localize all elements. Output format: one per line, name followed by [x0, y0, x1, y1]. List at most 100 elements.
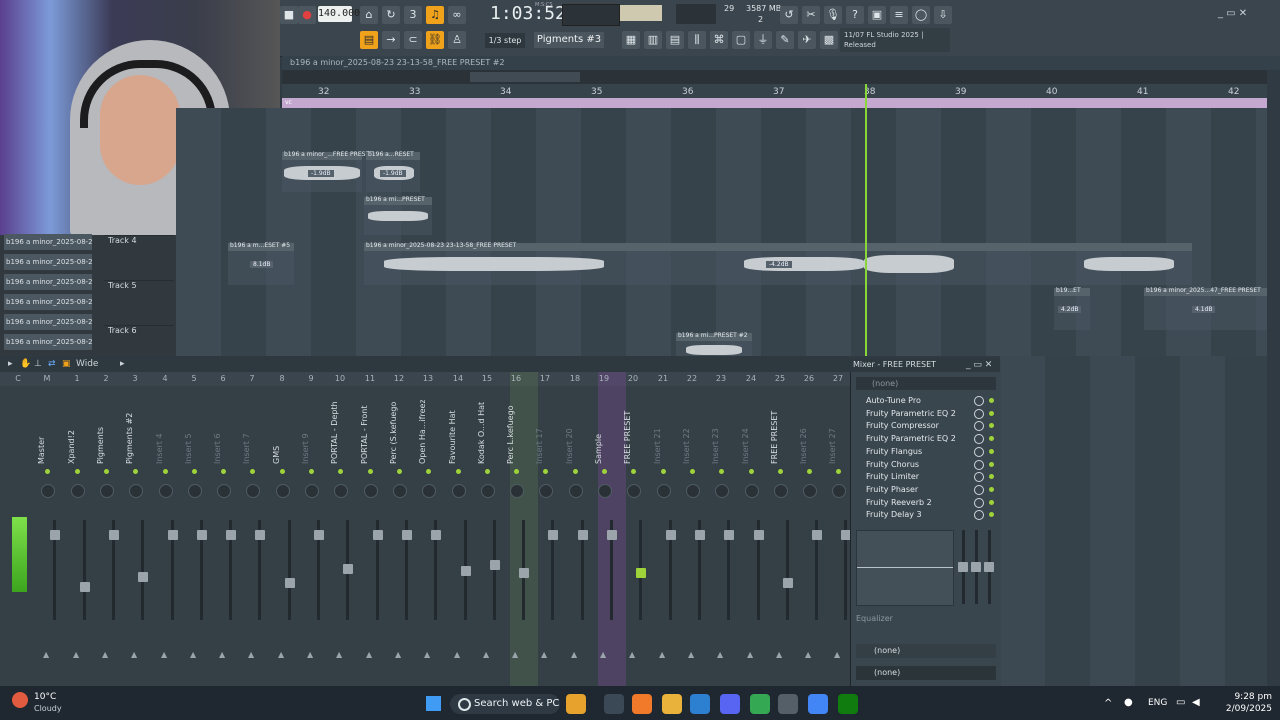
- piano-roll-icon[interactable]: ▤: [666, 31, 684, 49]
- pan-knob[interactable]: [100, 484, 114, 498]
- mute-led-icon[interactable]: [280, 469, 285, 474]
- playlist-icon[interactable]: ▦: [622, 31, 640, 49]
- track-header-5[interactable]: Track 5: [104, 280, 174, 324]
- volume-fader-handle[interactable]: [490, 560, 500, 570]
- volume-fader-handle[interactable]: [314, 530, 324, 540]
- effect-slot[interactable]: Fruity Chorus: [856, 459, 996, 471]
- metronome-icon[interactable]: ⌂: [360, 6, 378, 24]
- effect-slot[interactable]: Fruity Parametric EQ 2: [856, 433, 996, 445]
- volume-fader-handle[interactable]: [754, 530, 764, 540]
- snap-select[interactable]: 1/3 step: [485, 33, 525, 48]
- volume-fader-handle[interactable]: [607, 530, 617, 540]
- clip-source-item[interactable]: b196 a minor_2025-08-2...: [4, 334, 92, 350]
- pan-knob[interactable]: [510, 484, 524, 498]
- mix-level-icon[interactable]: [974, 459, 984, 470]
- volume-fader-handle[interactable]: [519, 568, 529, 578]
- channel-rack-icon[interactable]: ▥: [644, 31, 662, 49]
- edge-browser-icon[interactable]: [690, 694, 710, 714]
- track-header-4[interactable]: Track 4: [104, 235, 174, 279]
- mixer-view-icon[interactable]: ⫼: [688, 31, 706, 49]
- mixer-strip-name[interactable]: Insert 26: [799, 400, 827, 464]
- volume-fader-track[interactable]: [141, 520, 144, 620]
- mix-level-icon[interactable]: [974, 484, 984, 495]
- taskbar-app-icon[interactable]: [566, 694, 586, 714]
- clip-source-item[interactable]: b196 a minor_2025-08-2...: [4, 274, 92, 290]
- route-arrow-icon[interactable]: ▲: [541, 650, 547, 659]
- pan-knob[interactable]: [276, 484, 290, 498]
- pan-knob[interactable]: [774, 484, 788, 498]
- mute-led-icon[interactable]: [75, 469, 80, 474]
- volume-fader-handle[interactable]: [578, 530, 588, 540]
- pan-knob[interactable]: [305, 484, 319, 498]
- mute-led-icon[interactable]: [163, 469, 168, 474]
- volume-fader-handle[interactable]: [695, 530, 705, 540]
- mixer-strip-name[interactable]: Insert 6: [213, 400, 241, 464]
- tray-chevron-up-icon[interactable]: ^: [1104, 698, 1112, 709]
- tool-icon[interactable]: ⊥: [34, 359, 42, 369]
- effect-slot[interactable]: Fruity Limiter: [856, 471, 996, 483]
- slot-enable-led-icon[interactable]: [989, 499, 994, 505]
- volume-fader-handle[interactable]: [197, 530, 207, 540]
- mix-level-icon[interactable]: [974, 434, 984, 445]
- mix-level-icon[interactable]: [974, 421, 984, 432]
- mixer-strip-name[interactable]: Insert 21: [653, 400, 681, 464]
- pan-knob[interactable]: [627, 484, 641, 498]
- download-icon[interactable]: ⇩: [934, 6, 952, 24]
- tray-volume-icon[interactable]: ◀: [1192, 697, 1200, 708]
- route-arrow-icon[interactable]: ▲: [307, 650, 313, 659]
- mute-led-icon[interactable]: [573, 469, 578, 474]
- mute-led-icon[interactable]: [309, 469, 314, 474]
- volume-fader-track[interactable]: [786, 520, 789, 620]
- route-arrow-icon[interactable]: ▲: [161, 650, 167, 659]
- panel-window-controls[interactable]: _ ▭ ✕: [966, 360, 992, 370]
- pan-knob[interactable]: [452, 484, 466, 498]
- mute-led-icon[interactable]: [397, 469, 402, 474]
- pan-knob[interactable]: [71, 484, 85, 498]
- windows-start-icon[interactable]: [426, 696, 441, 711]
- mix-level-icon[interactable]: [974, 497, 984, 508]
- slot-enable-led-icon[interactable]: [989, 448, 994, 454]
- tray-clock-time[interactable]: 9:28 pm: [1216, 692, 1272, 702]
- stop-icon[interactable]: ■: [280, 6, 298, 24]
- cut-icon[interactable]: ✂: [802, 6, 820, 24]
- route-arrow-icon[interactable]: ▲: [776, 650, 782, 659]
- mute-led-icon[interactable]: [426, 469, 431, 474]
- effect-slot[interactable]: Fruity Delay 3: [856, 509, 996, 521]
- mixer-strip-name[interactable]: Insert 5: [184, 400, 212, 464]
- mixer-strip-name[interactable]: Insert 9: [301, 400, 329, 464]
- pan-knob[interactable]: [745, 484, 759, 498]
- volume-fader-handle[interactable]: [636, 568, 646, 578]
- clip-source-item[interactable]: b196 a minor_2025-08-2...: [4, 234, 92, 250]
- audio-clip[interactable]: b196 a minor_...FREE PRESET -1.9dB: [282, 151, 373, 192]
- volume-fader-handle[interactable]: [724, 530, 734, 540]
- patcher-icon[interactable]: ⌘: [710, 31, 728, 49]
- route-arrow-icon[interactable]: ▲: [73, 650, 79, 659]
- mixer-strip-name[interactable]: Perc L.kefuego: [506, 400, 534, 464]
- mixer-strip-name[interactable]: Sample: [594, 400, 622, 464]
- volume-fader-handle[interactable]: [80, 582, 90, 592]
- route-arrow-icon[interactable]: ▲: [659, 650, 665, 659]
- help-icon[interactable]: ?: [846, 6, 864, 24]
- slot-enable-led-icon[interactable]: [989, 461, 994, 467]
- slot-enable-led-icon[interactable]: [989, 436, 994, 442]
- audio-output-select-2[interactable]: (none): [856, 666, 996, 680]
- mixer-strip-name[interactable]: Pigments #2: [125, 400, 153, 464]
- pan-knob[interactable]: [422, 484, 436, 498]
- route-arrow-icon[interactable]: ▲: [395, 650, 401, 659]
- mute-led-icon[interactable]: [602, 469, 607, 474]
- score-icon[interactable]: ▩: [820, 31, 838, 49]
- pan-knob[interactable]: [217, 484, 231, 498]
- clip-source-item[interactable]: b196 a minor_2025-08-2...: [4, 254, 92, 270]
- route-arrow-icon[interactable]: ▲: [278, 650, 284, 659]
- route-arrow-icon[interactable]: ▲: [747, 650, 753, 659]
- route-arrow-icon[interactable]: ▲: [131, 650, 137, 659]
- volume-fader-handle[interactable]: [431, 530, 441, 540]
- route-arrow-icon[interactable]: ▲: [248, 650, 254, 659]
- browser-icon[interactable]: ▢: [732, 31, 750, 49]
- settings-gear-icon[interactable]: [778, 694, 798, 714]
- plugin-icon[interactable]: ⏚: [754, 31, 772, 49]
- mixer-strip-name[interactable]: Pigments: [96, 400, 124, 464]
- mute-led-icon[interactable]: [778, 469, 783, 474]
- audio-clip[interactable]: b196 a minor_2025...47_FREE PRESET 4.1dB: [1144, 287, 1267, 330]
- pan-knob[interactable]: [41, 484, 55, 498]
